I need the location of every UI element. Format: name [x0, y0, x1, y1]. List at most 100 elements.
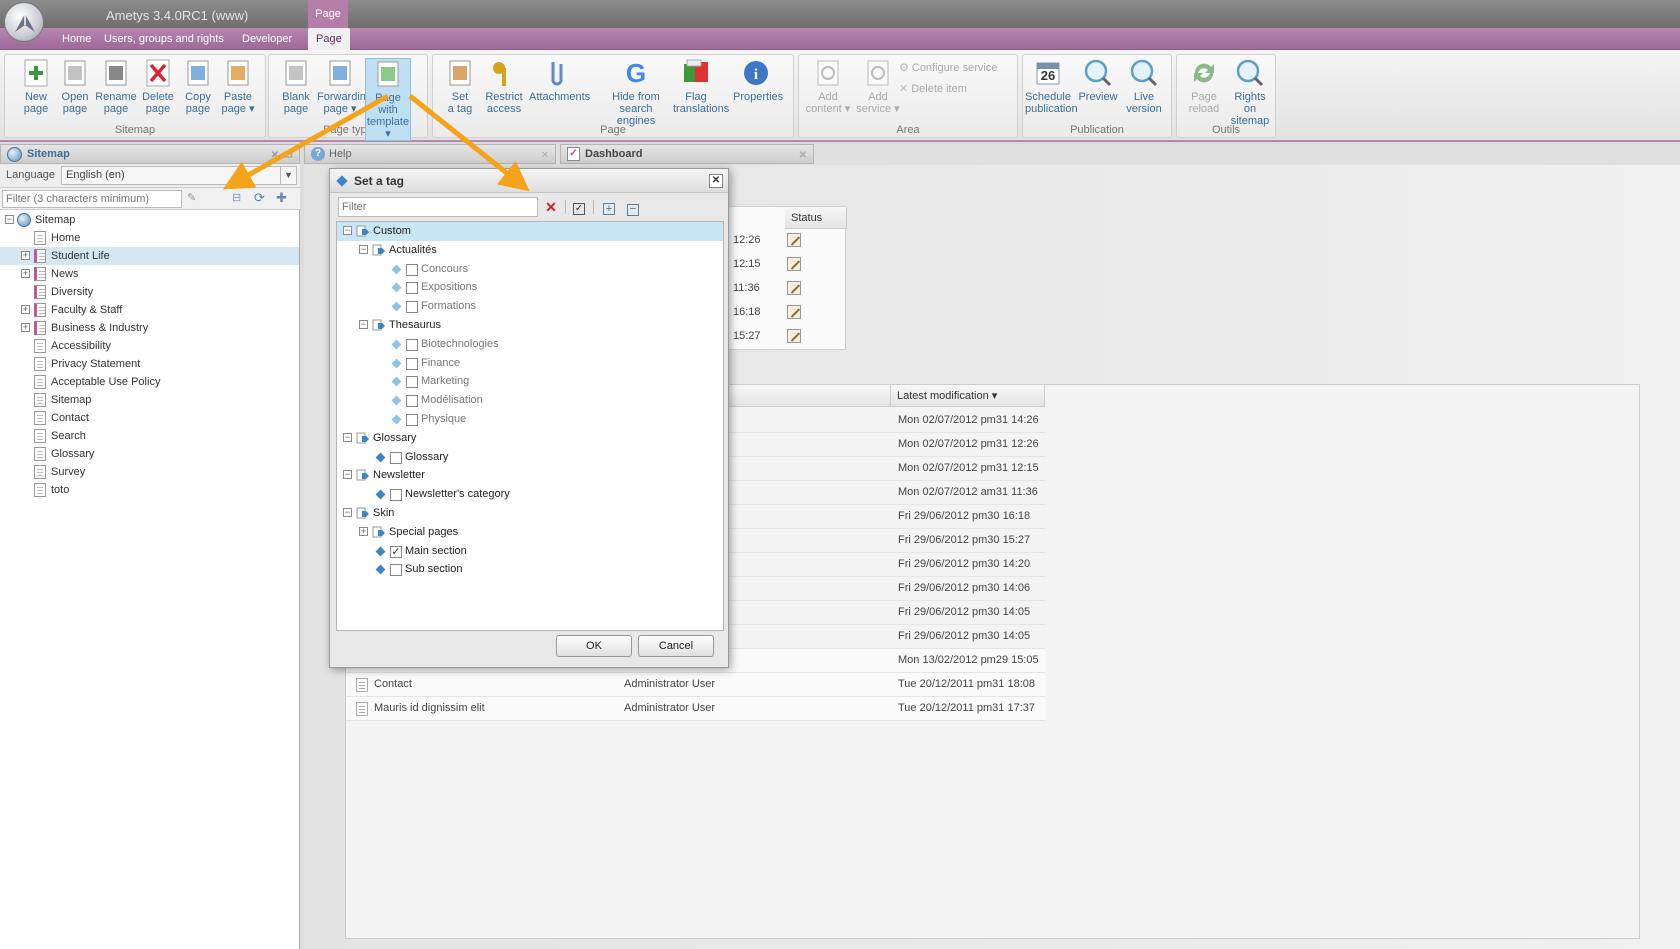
tag-tree-node-special-pages[interactable]: + Special pages: [337, 523, 723, 542]
tag-checkbox[interactable]: ✓: [390, 545, 402, 558]
ribbon-button-restrict-access[interactable]: Restrict access: [481, 58, 527, 115]
modified-column-header[interactable]: Latest modification ▾: [891, 385, 1045, 407]
ribbon-small-button-configure-service[interactable]: ⚙ Configure service: [899, 61, 997, 75]
tag-tree-node-expositions[interactable]: Expositions: [337, 278, 723, 297]
tag-checkbox[interactable]: [406, 301, 418, 314]
ribbon-button-flag-translations[interactable]: Flag translations: [673, 58, 729, 115]
table-row[interactable]: Contact Administrator User Tue 20/12/2011 …: [346, 673, 1045, 697]
tag-checkbox[interactable]: [406, 282, 418, 295]
tag-checkbox[interactable]: [406, 338, 418, 351]
sitemap-item-glossary[interactable]: Glossary: [0, 445, 299, 463]
sitemap-item-contact[interactable]: Contact: [0, 409, 299, 427]
tag-checkbox[interactable]: [406, 263, 418, 276]
close-icon[interactable]: ✕: [541, 147, 549, 165]
collapse-all-icon[interactable]: −: [624, 198, 642, 216]
menu-tab-page[interactable]: Page: [308, 28, 350, 51]
collapse-all-icon[interactable]: ⊟: [232, 191, 241, 204]
help-tab[interactable]: ? Help ✕: [304, 144, 556, 164]
ribbon-button-page-with-template[interactable]: Page with template ▾: [365, 58, 411, 141]
edit-status-icon[interactable]: [787, 233, 801, 247]
ribbon-button-add-service[interactable]: Add service ▾: [855, 58, 901, 115]
language-select[interactable]: English (en) ▼: [61, 166, 297, 185]
sitemap-item-toto[interactable]: toto: [0, 481, 299, 499]
ribbon-button-hide-from-search-engines[interactable]: G Hide from search engines: [603, 58, 669, 127]
ribbon-button-live-version[interactable]: Live version: [1121, 58, 1167, 115]
collapse-icon[interactable]: −: [5, 215, 14, 224]
tag-checkbox[interactable]: [406, 357, 418, 370]
ribbon-button-page-reload[interactable]: Page reload: [1181, 58, 1227, 115]
sitemap-item-privacy-statement[interactable]: Privacy Statement: [0, 355, 299, 373]
status-column-header[interactable]: Status: [785, 207, 847, 229]
show-checked-icon[interactable]: ✓: [570, 198, 588, 216]
tag-checkbox[interactable]: [406, 376, 418, 389]
edit-status-icon[interactable]: [787, 305, 801, 319]
tag-tree-node-marketing[interactable]: Marketing: [337, 372, 723, 391]
tag-checkbox[interactable]: [406, 395, 418, 408]
sitemap-tree-root[interactable]: − Sitemap: [0, 211, 299, 229]
ribbon-button-rights-on-sitemap[interactable]: Rights on sitemap: [1227, 58, 1273, 127]
tag-tree-node-skin[interactable]: − Skin: [337, 504, 723, 523]
collapse-icon[interactable]: −: [343, 470, 352, 480]
tag-tree-node-glossary[interactable]: − Glossary: [337, 429, 723, 448]
expand-icon[interactable]: +: [21, 305, 30, 314]
tag-tree-node-newsletter-s-category[interactable]: Newsletter's category: [337, 485, 723, 504]
ribbon-small-button-delete-item[interactable]: ✕ Delete item: [899, 82, 967, 96]
tag-tree-node-custom[interactable]: − Custom: [337, 222, 723, 241]
tag-tree-node-thesaurus[interactable]: − Thesaurus: [337, 316, 723, 335]
tag-tree-node-actualit-s[interactable]: − Actualités: [337, 241, 723, 260]
clear-filter-icon[interactable]: ✎: [187, 191, 196, 204]
sitemap-item-accessibility[interactable]: Accessibility: [0, 337, 299, 355]
tag-checkbox[interactable]: [390, 564, 402, 577]
sitemap-item-home[interactable]: Home: [0, 229, 299, 247]
tag-tree-node-sub-section[interactable]: Sub section: [337, 560, 723, 579]
collapse-icon[interactable]: −: [343, 508, 352, 517]
tag-checkbox[interactable]: [390, 451, 402, 464]
ribbon-button-open-page[interactable]: Open page: [52, 58, 98, 115]
ribbon-button-add-content[interactable]: Add content ▾: [805, 58, 851, 115]
ribbon-button-schedule-publication[interactable]: 26 Schedule publication: [1025, 58, 1078, 115]
ribbon-button-forwarding-page[interactable]: Forwarding page ▾: [317, 58, 372, 115]
chevron-down-icon[interactable]: ▼: [280, 167, 296, 184]
minimize-icon[interactable]: ▭: [284, 147, 293, 165]
tag-checkbox[interactable]: [390, 489, 402, 502]
ribbon-button-attachments[interactable]: Attachments: [529, 58, 590, 103]
tag-filter-input[interactable]: [338, 197, 538, 217]
expand-icon[interactable]: +: [21, 323, 30, 332]
expand-icon[interactable]: +: [21, 269, 30, 278]
sitemap-item-student-life[interactable]: + Student Life: [0, 247, 299, 265]
expand-icon[interactable]: +: [359, 526, 368, 536]
sitemap-item-acceptable-use-policy[interactable]: Acceptable Use Policy: [0, 373, 299, 391]
tag-tree-node-concours[interactable]: Concours: [337, 260, 723, 279]
tag-tree-node-physique[interactable]: Physique: [337, 410, 723, 429]
sitemap-item-search[interactable]: Search: [0, 427, 299, 445]
tag-tree-node-finance[interactable]: Finance: [337, 354, 723, 373]
dialog-close-button[interactable]: ✕: [709, 174, 723, 188]
expand-all-icon[interactable]: +: [600, 198, 618, 216]
cancel-button[interactable]: Cancel: [638, 635, 714, 657]
ribbon-button-properties[interactable]: i Properties: [733, 58, 783, 103]
puzzle-icon[interactable]: ✚: [276, 190, 287, 206]
tag-tree-node-formations[interactable]: Formations: [337, 297, 723, 316]
sitemap-filter-input[interactable]: [2, 190, 182, 208]
ribbon-button-rename-page[interactable]: Rename page: [93, 58, 139, 115]
collapse-icon[interactable]: −: [359, 244, 368, 254]
close-icon[interactable]: ✕: [271, 147, 279, 165]
dashboard-tab[interactable]: ✓ Dashboard ✕: [560, 144, 814, 164]
sitemap-item-faculty-staff[interactable]: + Faculty & Staff: [0, 301, 299, 319]
edit-status-icon[interactable]: [787, 281, 801, 295]
collapse-icon[interactable]: −: [359, 320, 368, 329]
tag-tree-node-main-section[interactable]: ✓ Main section: [337, 542, 723, 561]
tag-tree-node-newsletter[interactable]: − Newsletter: [337, 466, 723, 485]
tag-tree-node-biotechnologies[interactable]: Biotechnologies: [337, 335, 723, 354]
refresh-icon[interactable]: ⟳: [254, 190, 265, 206]
menu-tab-home[interactable]: Home: [54, 28, 99, 50]
ribbon-button-preview[interactable]: Preview: [1075, 58, 1121, 103]
close-icon[interactable]: ✕: [799, 147, 807, 165]
clear-filter-icon[interactable]: ✕: [542, 198, 560, 216]
tag-tree-node-glossary[interactable]: Glossary: [337, 448, 723, 467]
sitemap-item-news[interactable]: + News: [0, 265, 299, 283]
tag-checkbox[interactable]: [406, 414, 418, 426]
tag-tree-node-mod-lisation[interactable]: Modélisation: [337, 391, 723, 410]
app-logo-icon[interactable]: [4, 2, 44, 42]
ribbon-button-set-a-tag[interactable]: Set a tag: [437, 58, 483, 115]
